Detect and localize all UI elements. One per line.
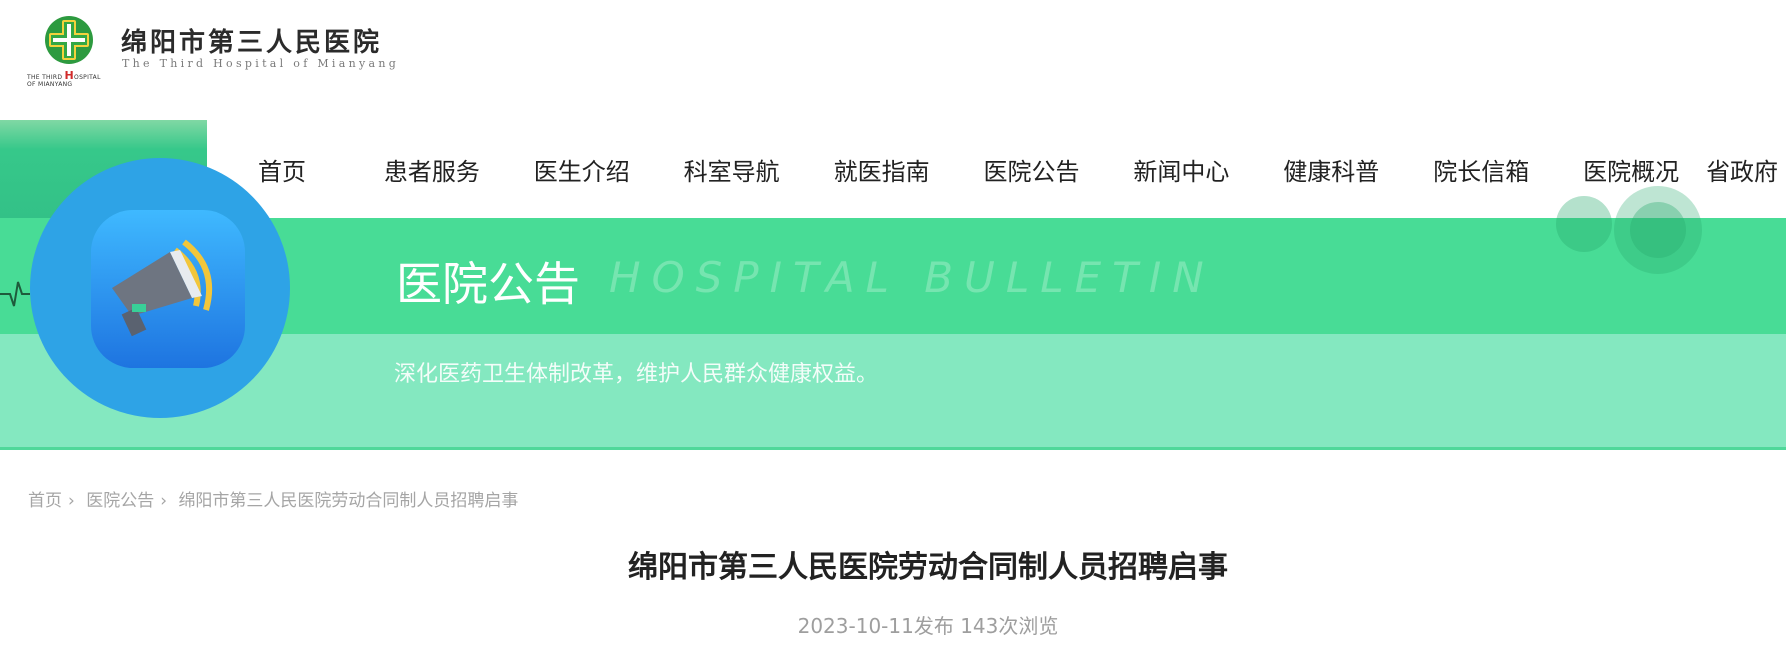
nav-item-mailbox[interactable]: 院长信箱 (1406, 152, 1556, 187)
banner-slogan: 深化医药卫生体制改革，维护人民群众健康权益。 (394, 362, 879, 387)
nav-item-home[interactable]: 首页 (207, 152, 357, 187)
breadcrumb-section[interactable]: 医院公告 (86, 491, 154, 511)
breadcrumb-separator: › (160, 491, 168, 511)
pulse-line-icon (0, 281, 30, 307)
nav-item-guide[interactable]: 就医指南 (807, 152, 957, 187)
breadcrumb: 首页 › 医院公告 › 绵阳市第三人民医院劳动合同制人员招聘启事 (28, 486, 524, 511)
breadcrumb-separator: › (68, 491, 75, 511)
banner-title-en: HOSPITAL BULLETIN (609, 253, 1215, 302)
nav-item-province[interactable]: 省政府 (1706, 152, 1786, 187)
nav-item-overview[interactable]: 医院概况 (1556, 152, 1706, 187)
site-header: THE THIRD HOSPITAL OF MIANYANG 绵阳市第三人民医院… (0, 0, 1786, 120)
hospital-logo[interactable]: THE THIRD HOSPITAL OF MIANYANG (26, 12, 100, 88)
nav-item-departments[interactable]: 科室导航 (657, 152, 807, 187)
nav-item-news[interactable]: 新闻中心 (1106, 152, 1256, 187)
breadcrumb-current: 绵阳市第三人民医院劳动合同制人员招聘启事 (178, 491, 519, 511)
nav-item-doctors[interactable]: 医生介绍 (507, 152, 657, 187)
breadcrumb-home[interactable]: 首页 (28, 491, 62, 511)
site-title: 绵阳市第三人民医院 (121, 28, 383, 58)
article-title: 绵阳市第三人民医院劳动合同制人员招聘启事 (628, 550, 1228, 585)
logo-caption: THE THIRD HOSPITAL OF MIANYANG (27, 69, 101, 88)
nav-item-patient-services[interactable]: 患者服务 (357, 152, 507, 187)
green-cross-icon (45, 16, 93, 64)
article-meta: 2023-10-11发布 143次浏览 (797, 614, 1059, 638)
site-subtitle: The Third Hospital of Mianyang (122, 57, 400, 70)
nav-item-health[interactable]: 健康科普 (1256, 152, 1406, 187)
banner-title: 医院公告 (396, 257, 580, 311)
main-nav: 首页 患者服务 医生介绍 科室导航 就医指南 医院公告 新闻中心 健康科普 院长… (207, 120, 1786, 218)
nav-item-announcements[interactable]: 医院公告 (957, 152, 1107, 187)
